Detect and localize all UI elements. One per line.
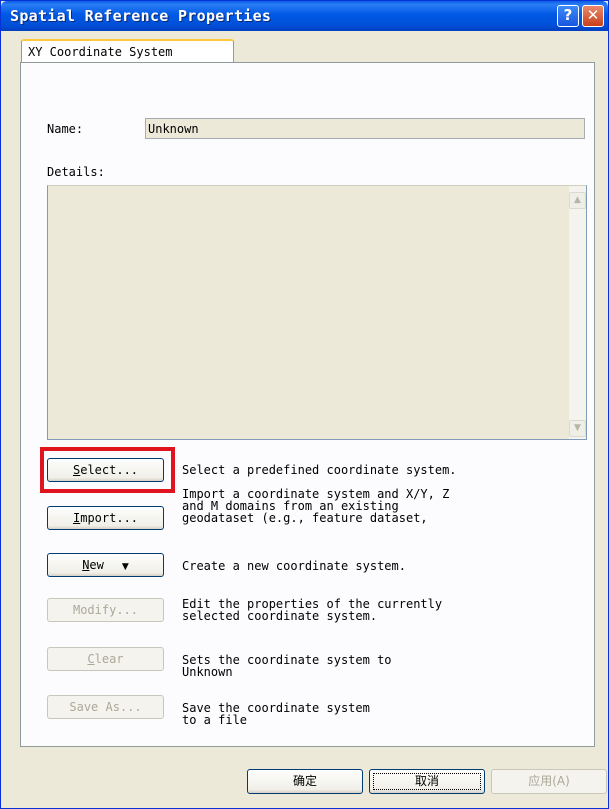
clear-label: lear [94, 652, 124, 666]
details-scrollbar[interactable]: ▲ ▼ [569, 186, 586, 439]
select-description: Select a predefined coordinate system. [182, 464, 457, 477]
title-bar[interactable]: Spatial Reference Properties ? ✕ [1, 1, 608, 31]
dialog-window: Spatial Reference Properties ? ✕ XY Coor… [0, 0, 609, 809]
name-field: Unknown [145, 118, 585, 139]
help-button[interactable]: ? [557, 5, 579, 27]
name-label: Name: [47, 122, 84, 136]
tab-xy-coordinate-system[interactable]: XY Coordinate System [21, 39, 234, 63]
import-description: Import a coordinate system and X/Y, Z an… [182, 488, 450, 525]
clear-button[interactable]: Clear [47, 647, 164, 671]
select-highlight-box [40, 447, 175, 493]
modify-button[interactable]: Modify... [47, 598, 164, 622]
modify-description: Edit the properties of the currently sel… [182, 598, 443, 623]
import-label: mport... [80, 511, 139, 525]
name-value: Unknown [148, 122, 199, 136]
dropdown-arrow-icon: ▼ [121, 562, 129, 572]
close-button[interactable]: ✕ [582, 5, 604, 27]
details-textarea[interactable]: ▲ ▼ [47, 185, 587, 440]
clear-mnemonic: C [87, 652, 95, 666]
scroll-up-arrow-icon[interactable]: ▲ [569, 192, 586, 209]
tab-label: XY Coordinate System [28, 45, 173, 59]
save-as-description: Save the coordinate system to a file [182, 702, 370, 727]
new-dropdown-button[interactable]: New ▼ [47, 553, 164, 577]
new-label: ew [89, 558, 104, 572]
details-label: Details: [47, 165, 105, 179]
focus-ring [373, 773, 481, 790]
apply-button[interactable]: 应用(A) [491, 769, 607, 794]
cancel-button[interactable]: 取消 [369, 769, 485, 794]
window-title: Spatial Reference Properties [10, 7, 272, 25]
ok-button[interactable]: 确定 [247, 769, 363, 794]
import-button[interactable]: Import... [47, 506, 164, 530]
new-description: Create a new coordinate system. [182, 560, 406, 573]
save-as-button[interactable]: Save As... [47, 695, 164, 719]
clear-description: Sets the coordinate system to Unknown [182, 654, 392, 679]
scroll-down-arrow-icon[interactable]: ▼ [569, 420, 586, 437]
